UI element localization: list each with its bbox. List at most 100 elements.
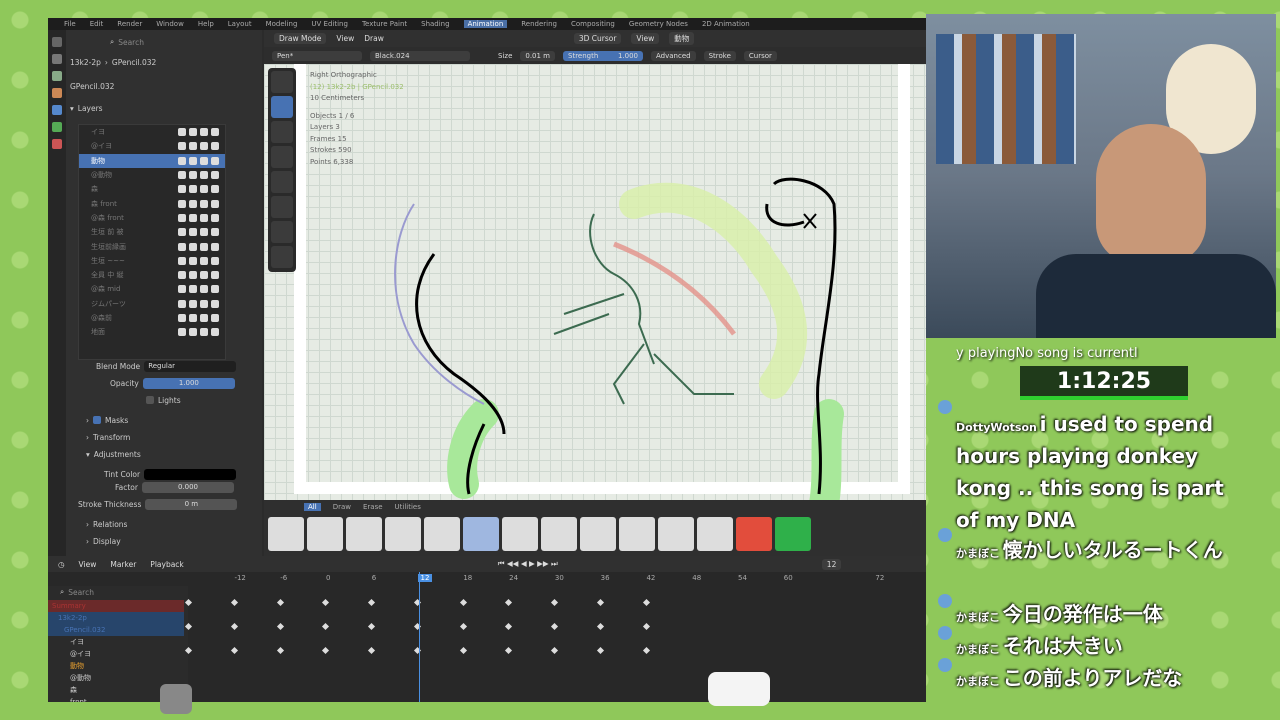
layer-row[interactable]: @森前 <box>79 311 225 325</box>
brush-preset-icon[interactable] <box>307 517 343 551</box>
keyframe[interactable] <box>505 598 513 607</box>
lock-icon[interactable] <box>211 271 219 280</box>
lock-icon[interactable] <box>211 256 219 265</box>
lock-icon[interactable] <box>211 185 219 194</box>
keyframe[interactable] <box>551 646 559 655</box>
brush-preset-icon[interactable] <box>346 517 382 551</box>
onion-skin-icon[interactable] <box>189 171 197 180</box>
brush-preset-icon[interactable] <box>385 517 421 551</box>
mask-icon[interactable] <box>178 242 186 251</box>
onion-skin-icon[interactable] <box>189 314 197 322</box>
keyframe[interactable] <box>368 622 376 631</box>
onion-skin-icon[interactable] <box>189 213 197 222</box>
visibility-icon[interactable] <box>200 314 208 322</box>
tab-texture-paint[interactable]: Texture Paint <box>362 20 407 28</box>
onion-skin-icon[interactable] <box>189 128 197 137</box>
mask-icon[interactable] <box>178 271 186 280</box>
layer-select[interactable]: 動物 <box>669 32 695 45</box>
mask-icon[interactable] <box>178 128 186 137</box>
material-tab-icon[interactable] <box>52 139 62 149</box>
brush-preset-icon[interactable] <box>580 517 616 551</box>
brush-preset-icon[interactable] <box>502 517 538 551</box>
layer-row[interactable]: 地面 <box>79 325 225 339</box>
brush-preset-icon[interactable] <box>775 517 811 551</box>
layer-row[interactable]: 動物 <box>79 153 225 168</box>
menu-help[interactable]: Help <box>198 20 214 28</box>
visibility-icon[interactable] <box>200 328 208 337</box>
channel-row[interactable]: Summary <box>48 600 184 612</box>
tab-2d-animation[interactable]: 2D Animation <box>702 20 750 28</box>
layer-row[interactable]: @森 front <box>79 211 225 225</box>
editor-type-icon[interactable]: ◷ <box>58 560 65 569</box>
channel-row[interactable]: イヨ <box>48 636 184 648</box>
keyframe[interactable] <box>230 598 238 607</box>
keyframe[interactable] <box>459 622 467 631</box>
brush-tab-erase[interactable]: Erase <box>363 503 383 511</box>
keyframe[interactable] <box>322 598 330 607</box>
brush-preset-icon[interactable] <box>619 517 655 551</box>
blend-mode-select[interactable]: Regular <box>144 360 237 372</box>
tab-rendering[interactable]: Rendering <box>521 20 557 28</box>
visibility-icon[interactable] <box>200 228 208 237</box>
tab-layout[interactable]: Layout <box>228 20 252 28</box>
timeline-view-menu[interactable]: View <box>79 560 97 569</box>
brush-tab-utilities[interactable]: Utilities <box>395 503 421 511</box>
strength-field[interactable]: Strength 1.000 <box>563 50 644 61</box>
tint-color-swatch[interactable] <box>144 468 237 480</box>
adjustments-panel[interactable]: ▾ Adjustments <box>86 448 141 460</box>
onion-skin-icon[interactable] <box>189 285 197 294</box>
keyframe[interactable] <box>505 622 513 631</box>
size-field[interactable]: 0.01 m <box>520 50 556 61</box>
brush-preset-icon[interactable] <box>658 517 694 551</box>
mode-select[interactable]: Draw Mode <box>274 33 327 44</box>
visibility-icon[interactable] <box>200 213 208 222</box>
lights-row[interactable]: Lights <box>146 394 181 406</box>
visibility-icon[interactable] <box>200 156 208 165</box>
timeline-search[interactable]: ⌕ Search <box>60 586 94 598</box>
lock-icon[interactable] <box>211 199 219 208</box>
onion-skin-icon[interactable] <box>189 242 197 251</box>
data-tab-icon[interactable] <box>52 122 62 132</box>
keyframe[interactable] <box>322 646 330 655</box>
brush-preset-icon[interactable] <box>463 517 499 551</box>
brush-preset-icon[interactable] <box>697 517 733 551</box>
line-tool-icon[interactable] <box>271 221 293 243</box>
brush-tab-all[interactable]: All <box>304 503 321 511</box>
lock-icon[interactable] <box>211 285 219 294</box>
mask-icon[interactable] <box>178 328 186 337</box>
keyframe[interactable] <box>368 646 376 655</box>
keyframe[interactable] <box>642 622 650 631</box>
stroke-menu[interactable]: Stroke <box>703 50 736 61</box>
mask-icon[interactable] <box>178 256 186 265</box>
visibility-icon[interactable] <box>200 171 208 180</box>
layer-row[interactable]: 森 front <box>79 196 225 210</box>
factor-field[interactable]: 0.000 <box>141 481 234 493</box>
visibility-icon[interactable] <box>200 199 208 208</box>
relations-panel[interactable]: › Relations <box>86 518 127 530</box>
tab-animation[interactable]: Animation <box>463 20 508 28</box>
onion-skin-icon[interactable] <box>189 256 197 265</box>
masks-checkbox[interactable] <box>93 416 101 424</box>
layers-header[interactable]: ▾ Layers <box>70 102 103 114</box>
onion-skin-icon[interactable] <box>189 156 197 165</box>
visibility-icon[interactable] <box>200 142 208 151</box>
keyframe[interactable] <box>642 598 650 607</box>
lock-icon[interactable] <box>211 242 219 251</box>
menu-file[interactable]: File <box>64 20 76 28</box>
tab-shading[interactable]: Shading <box>421 20 449 28</box>
menu-window[interactable]: Window <box>156 20 184 28</box>
brush-preset-icon[interactable] <box>736 517 772 551</box>
onion-skin-icon[interactable] <box>189 299 197 308</box>
keyframe[interactable] <box>322 622 330 631</box>
tab-geometry-nodes[interactable]: Geometry Nodes <box>629 20 688 28</box>
visibility-icon[interactable] <box>200 256 208 265</box>
keyframe[interactable] <box>459 646 467 655</box>
opacity-field[interactable]: 1.000 <box>142 377 235 389</box>
masks-panel[interactable]: › Masks <box>86 414 128 426</box>
mask-icon[interactable] <box>178 213 186 222</box>
keyframe[interactable] <box>642 646 650 655</box>
timeline-marker-menu[interactable]: Marker <box>110 560 136 569</box>
channel-row[interactable]: 13k2-2p <box>48 612 184 624</box>
mask-icon[interactable] <box>178 156 186 165</box>
layer-row[interactable]: @イヨ <box>79 139 225 153</box>
